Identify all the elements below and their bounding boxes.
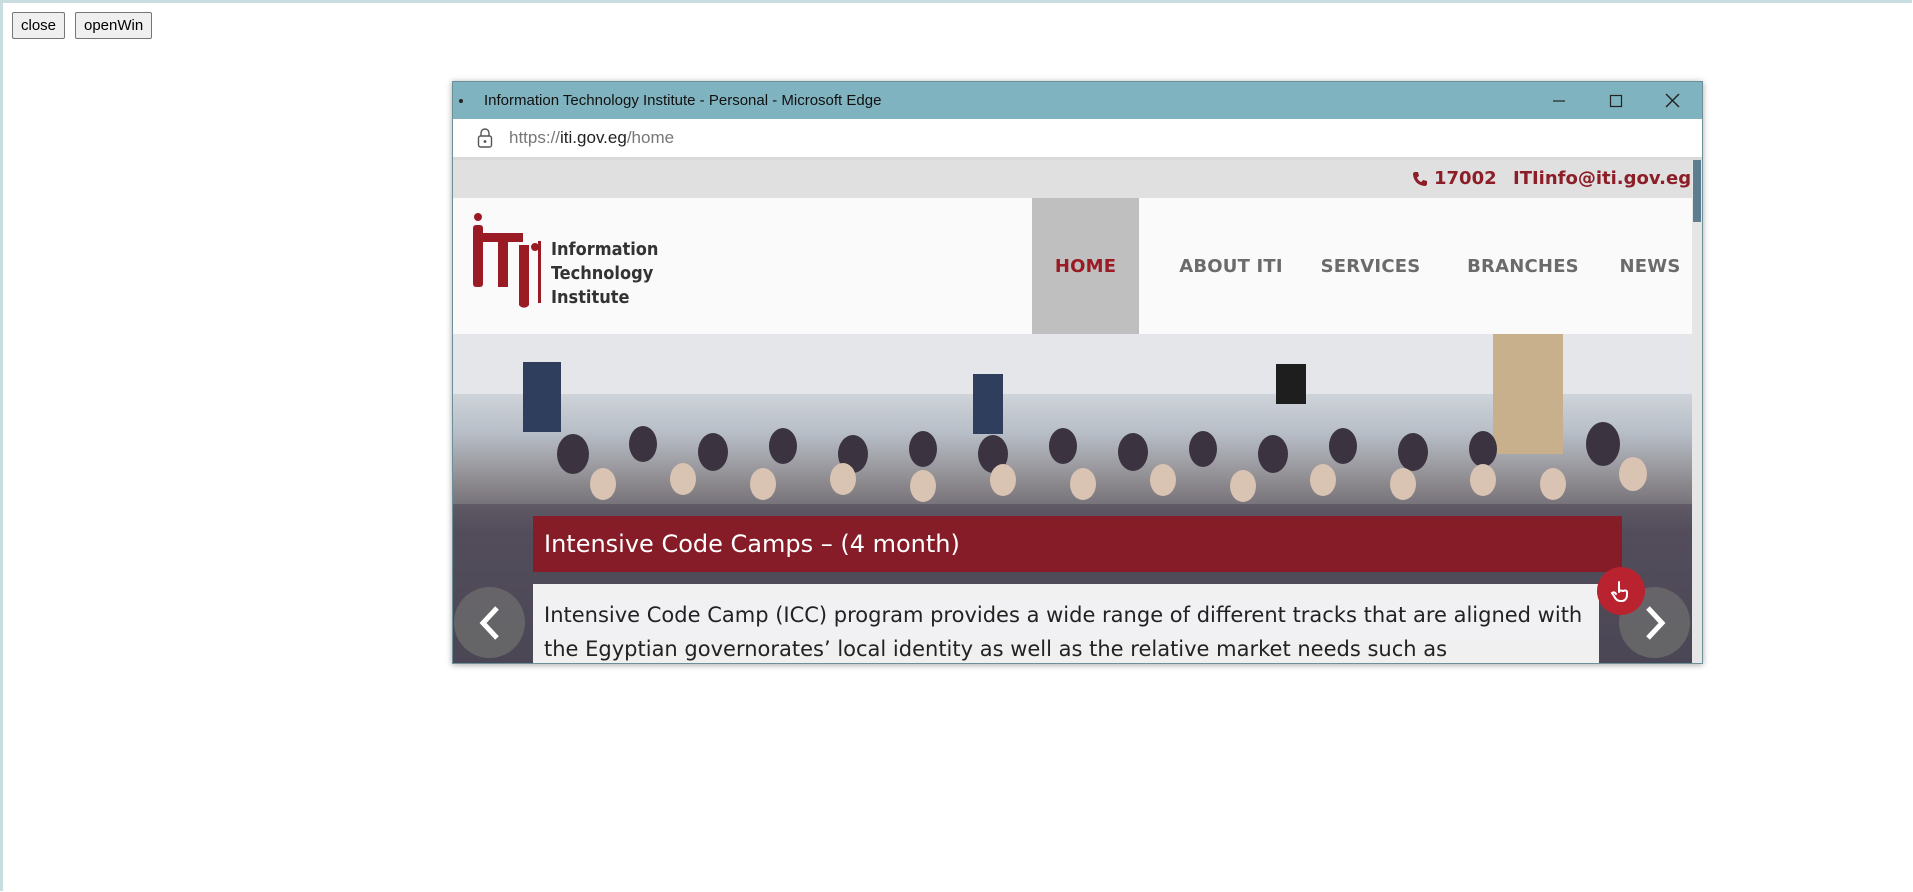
nav-home[interactable]: HOME [1032, 198, 1139, 334]
slider-prev-button[interactable] [454, 587, 525, 658]
chevron-left-icon [479, 605, 499, 640]
minimize-button[interactable] [1530, 82, 1587, 119]
window-titlebar[interactable]: Information Technology Institute - Perso… [453, 82, 1702, 119]
url-text[interactable]: https://iti.gov.eg/home [509, 128, 674, 148]
phone-number: 17002 [1434, 168, 1497, 189]
chevron-right-icon [1645, 605, 1665, 640]
lock-icon[interactable] [477, 128, 493, 148]
email-link[interactable]: ITIinfo@iti.gov.eg [1513, 168, 1691, 189]
edge-popup-window: Information Technology Institute - Perso… [452, 81, 1703, 664]
contact-bar: 17002 ITIinfo@iti.gov.eg [453, 160, 1692, 198]
nav-branches[interactable]: BRANCHES [1443, 198, 1603, 334]
nav-about-iti[interactable]: ABOUT ITI [1161, 198, 1301, 334]
openwin-button[interactable]: openWin [75, 12, 153, 39]
slide-title: Intensive Code Camps – (4 month) [533, 516, 1622, 572]
logo-text: Information Technology Institute [551, 239, 659, 308]
phone-contact[interactable]: 17002 [1412, 168, 1497, 189]
address-bar[interactable]: https://iti.gov.eg/home [453, 119, 1702, 160]
window-title: Information Technology Institute - Perso… [484, 92, 882, 109]
site-navbar: Information Technology Institute HOME AB… [453, 198, 1692, 334]
vertical-scrollbar[interactable] [1692, 160, 1702, 663]
web-content: 17002 ITIinfo@iti.gov.eg Information Tec… [453, 160, 1692, 663]
hand-pointer-icon [1610, 581, 1628, 602]
slide-description: Intensive Code Camp (ICC) program provid… [533, 584, 1599, 663]
scrollbar-thumb[interactable] [1693, 160, 1701, 222]
maximize-icon [1609, 94, 1622, 107]
maximize-button[interactable] [1587, 82, 1644, 119]
close-button[interactable]: close [12, 12, 66, 39]
accessibility-button[interactable] [1597, 567, 1645, 615]
phone-icon [1413, 171, 1427, 186]
nav-news[interactable]: NEWS [1610, 198, 1690, 334]
close-window-button[interactable] [1644, 82, 1701, 119]
minimize-icon [1552, 99, 1565, 102]
hero-slider: Intensive Code Camps – (4 month) Intensi… [453, 334, 1692, 663]
close-icon [1665, 93, 1680, 108]
window-menu-icon[interactable] [459, 98, 463, 103]
nav-services[interactable]: SERVICES [1308, 198, 1433, 334]
